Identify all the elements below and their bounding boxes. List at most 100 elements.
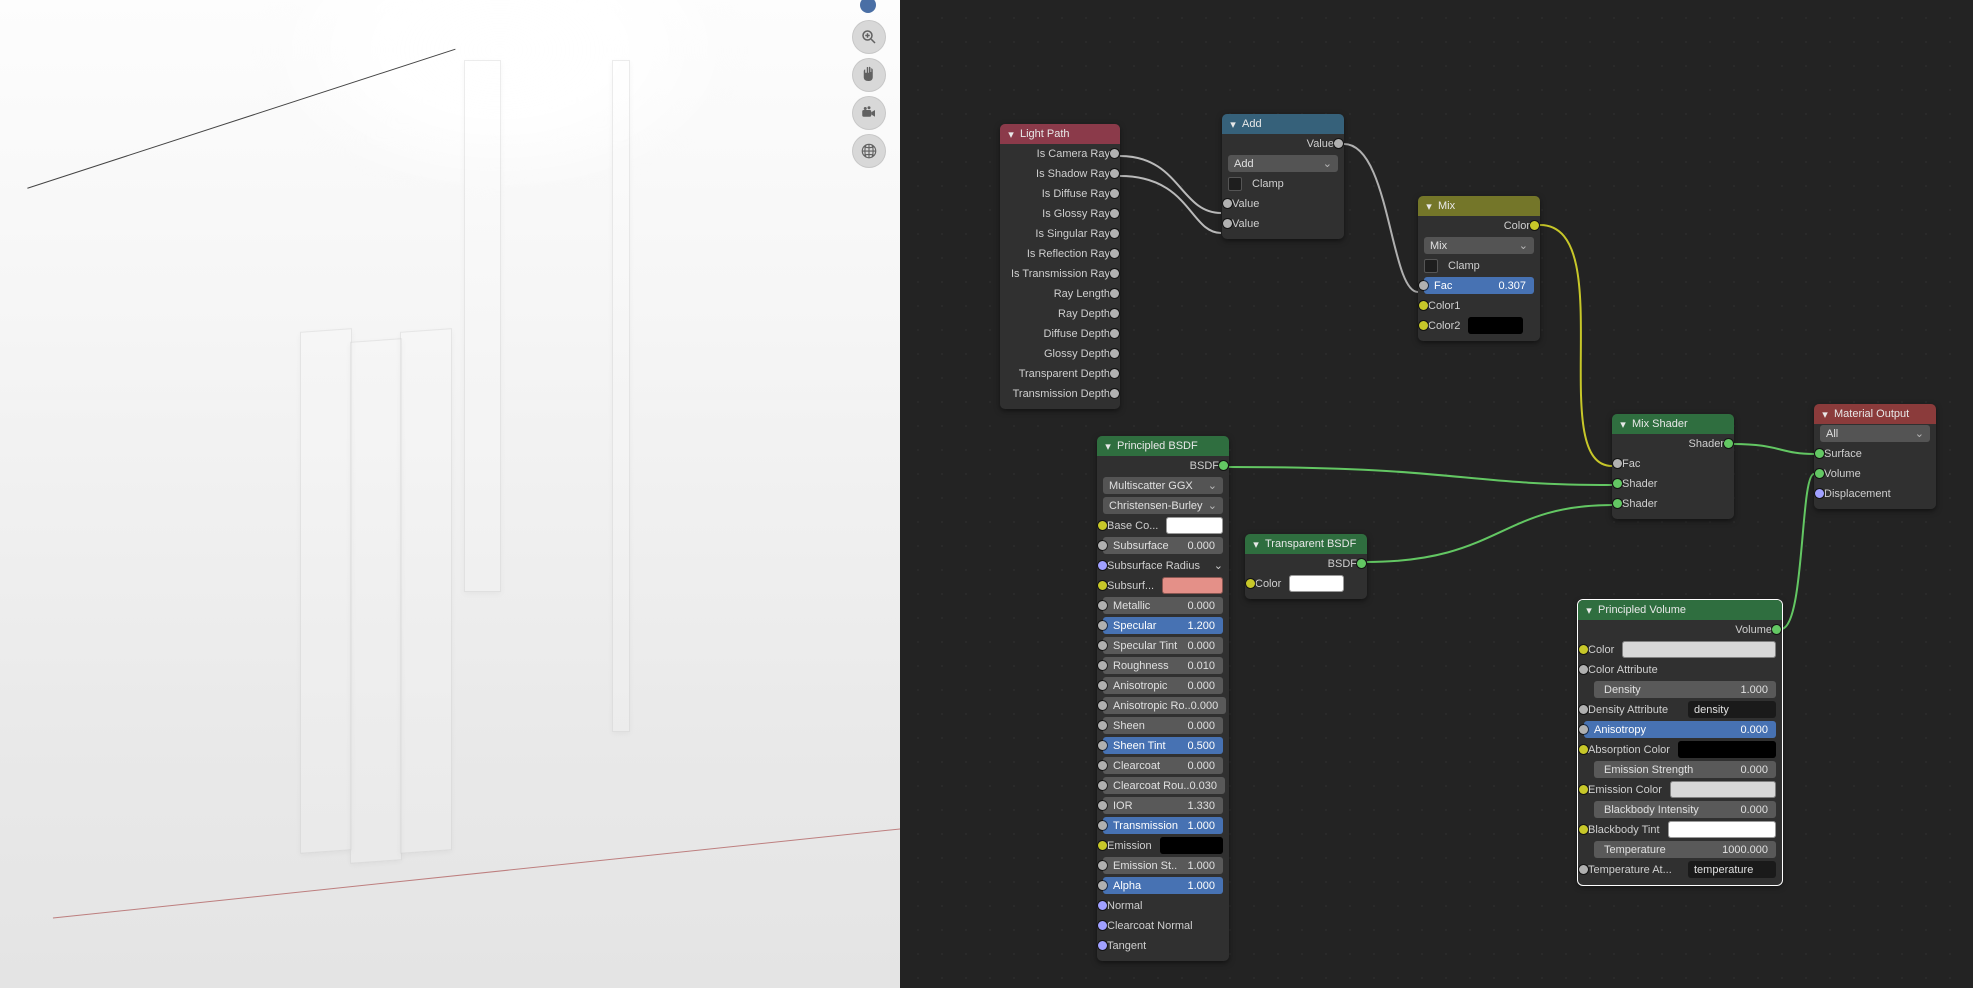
- input-socket[interactable]: [1098, 681, 1107, 690]
- number-field[interactable]: Clearcoat Rou..0.030: [1103, 777, 1225, 794]
- material-output-node[interactable]: ▾ Material Output All⌄ Surface Volume Di…: [1814, 404, 1936, 509]
- input-socket[interactable]: [1098, 921, 1107, 930]
- mix-shader-node[interactable]: ▾ Mix Shader Shader Fac Shader Shader: [1612, 414, 1734, 519]
- color-swatch[interactable]: [1678, 741, 1776, 758]
- node-header[interactable]: ▾ Transparent BSDF: [1245, 534, 1367, 554]
- input-socket[interactable]: [1579, 645, 1588, 654]
- number-field[interactable]: Anisotropy0.000: [1584, 721, 1776, 738]
- node-header[interactable]: ▾ Principled Volume: [1578, 600, 1782, 620]
- color-swatch[interactable]: [1670, 781, 1776, 798]
- input-socket[interactable]: [1579, 865, 1588, 874]
- input-socket[interactable]: [1579, 825, 1588, 834]
- input-socket[interactable]: [1098, 661, 1107, 670]
- clamp-checkbox[interactable]: [1424, 259, 1438, 273]
- input-socket[interactable]: [1098, 781, 1107, 790]
- node-header[interactable]: ▾ Mix Shader: [1612, 414, 1734, 434]
- input-socket[interactable]: [1098, 541, 1107, 550]
- fac-socket[interactable]: [1419, 281, 1428, 290]
- bsdf-socket[interactable]: [1357, 559, 1366, 568]
- sss-dropdown[interactable]: Christensen-Burley⌄: [1103, 497, 1223, 514]
- surface-socket[interactable]: [1815, 449, 1824, 458]
- input-socket[interactable]: [1579, 705, 1588, 714]
- volume-socket[interactable]: [1772, 625, 1781, 634]
- input-socket[interactable]: [1579, 785, 1588, 794]
- number-field[interactable]: Density1.000: [1594, 681, 1776, 698]
- node-editor[interactable]: ▾ Light Path Is Camera RayIs Shadow RayI…: [900, 0, 1973, 988]
- number-field[interactable]: Anisotropic Ro..0.000: [1103, 697, 1226, 714]
- input-socket[interactable]: [1098, 841, 1107, 850]
- value-socket[interactable]: [1110, 149, 1119, 158]
- value-socket[interactable]: [1110, 329, 1119, 338]
- value-socket[interactable]: [1223, 219, 1232, 228]
- color-socket[interactable]: [1530, 221, 1539, 230]
- number-field[interactable]: Specular Tint0.000: [1103, 637, 1223, 654]
- color-swatch[interactable]: [1289, 575, 1344, 592]
- input-socket[interactable]: [1098, 581, 1107, 590]
- input-socket[interactable]: [1098, 801, 1107, 810]
- input-socket[interactable]: [1098, 901, 1107, 910]
- volume-socket[interactable]: [1815, 469, 1824, 478]
- color-socket[interactable]: [1246, 579, 1255, 588]
- value-socket[interactable]: [1110, 309, 1119, 318]
- input-socket[interactable]: [1579, 725, 1588, 734]
- input-socket[interactable]: [1098, 741, 1107, 750]
- number-field[interactable]: Sheen Tint0.500: [1103, 737, 1223, 754]
- value-socket[interactable]: [1110, 349, 1119, 358]
- shader-socket[interactable]: [1613, 499, 1622, 508]
- operation-dropdown[interactable]: Add⌄: [1228, 155, 1338, 172]
- pan-icon[interactable]: [852, 58, 886, 92]
- node-header[interactable]: ▾ Add: [1222, 114, 1344, 134]
- shader-socket[interactable]: [1613, 479, 1622, 488]
- input-socket[interactable]: [1098, 521, 1107, 530]
- input-socket[interactable]: [1098, 881, 1107, 890]
- blend-dropdown[interactable]: Mix⌄: [1424, 237, 1534, 254]
- color-swatch[interactable]: [1160, 837, 1223, 854]
- value-socket[interactable]: [1110, 389, 1119, 398]
- camera-icon[interactable]: [852, 96, 886, 130]
- principled-volume-node[interactable]: ▾ Principled Volume Volume ColorColor At…: [1578, 600, 1782, 885]
- value-socket[interactable]: [1223, 199, 1232, 208]
- value-socket[interactable]: [1110, 289, 1119, 298]
- fac-field[interactable]: Fac0.307: [1424, 277, 1534, 294]
- input-socket[interactable]: [1098, 761, 1107, 770]
- node-header[interactable]: ▾ Mix: [1418, 196, 1540, 216]
- input-socket[interactable]: [1098, 941, 1107, 950]
- number-field[interactable]: Anisotropic0.000: [1103, 677, 1223, 694]
- shader-socket[interactable]: [1724, 439, 1733, 448]
- math-add-node[interactable]: ▾ Add Value Add⌄ Clamp Value Value: [1222, 114, 1344, 239]
- input-socket[interactable]: [1098, 821, 1107, 830]
- value-socket[interactable]: [1110, 369, 1119, 378]
- grid-icon[interactable]: [852, 134, 886, 168]
- input-socket[interactable]: [1579, 745, 1588, 754]
- number-field[interactable]: Sheen0.000: [1103, 717, 1223, 734]
- principled-bsdf-node[interactable]: ▾ Principled BSDF BSDF Multiscatter GGX⌄…: [1097, 436, 1229, 961]
- number-field[interactable]: Metallic0.000: [1103, 597, 1223, 614]
- 3d-viewport[interactable]: [0, 0, 900, 988]
- bsdf-socket[interactable]: [1219, 461, 1228, 470]
- input-socket[interactable]: [1098, 621, 1107, 630]
- number-field[interactable]: Transmission1.000: [1103, 817, 1223, 834]
- target-dropdown[interactable]: All⌄: [1820, 425, 1930, 442]
- node-header[interactable]: ▾ Light Path: [1000, 124, 1120, 144]
- color-swatch[interactable]: [1166, 517, 1223, 534]
- transparent-bsdf-node[interactable]: ▾ Transparent BSDF BSDF Color: [1245, 534, 1367, 599]
- value-socket[interactable]: [1110, 269, 1119, 278]
- input-socket[interactable]: [1579, 665, 1588, 674]
- input-socket[interactable]: [1098, 641, 1107, 650]
- number-field[interactable]: Specular1.200: [1103, 617, 1223, 634]
- displacement-socket[interactable]: [1815, 489, 1824, 498]
- number-field[interactable]: Emission Strength0.000: [1594, 761, 1776, 778]
- input-socket[interactable]: [1098, 701, 1107, 710]
- number-field[interactable]: Clearcoat0.000: [1103, 757, 1223, 774]
- number-field[interactable]: IOR1.330: [1103, 797, 1223, 814]
- color-swatch[interactable]: [1668, 821, 1776, 838]
- text-field[interactable]: temperature: [1688, 861, 1776, 878]
- number-field[interactable]: Alpha1.000: [1103, 877, 1223, 894]
- text-field[interactable]: density: [1688, 701, 1776, 718]
- clamp-checkbox[interactable]: [1228, 177, 1242, 191]
- number-field[interactable]: Temperature1000.000: [1594, 841, 1776, 858]
- input-socket[interactable]: [1098, 561, 1107, 570]
- value-socket[interactable]: [1110, 209, 1119, 218]
- color-socket[interactable]: [1419, 321, 1428, 330]
- number-field[interactable]: Roughness0.010: [1103, 657, 1223, 674]
